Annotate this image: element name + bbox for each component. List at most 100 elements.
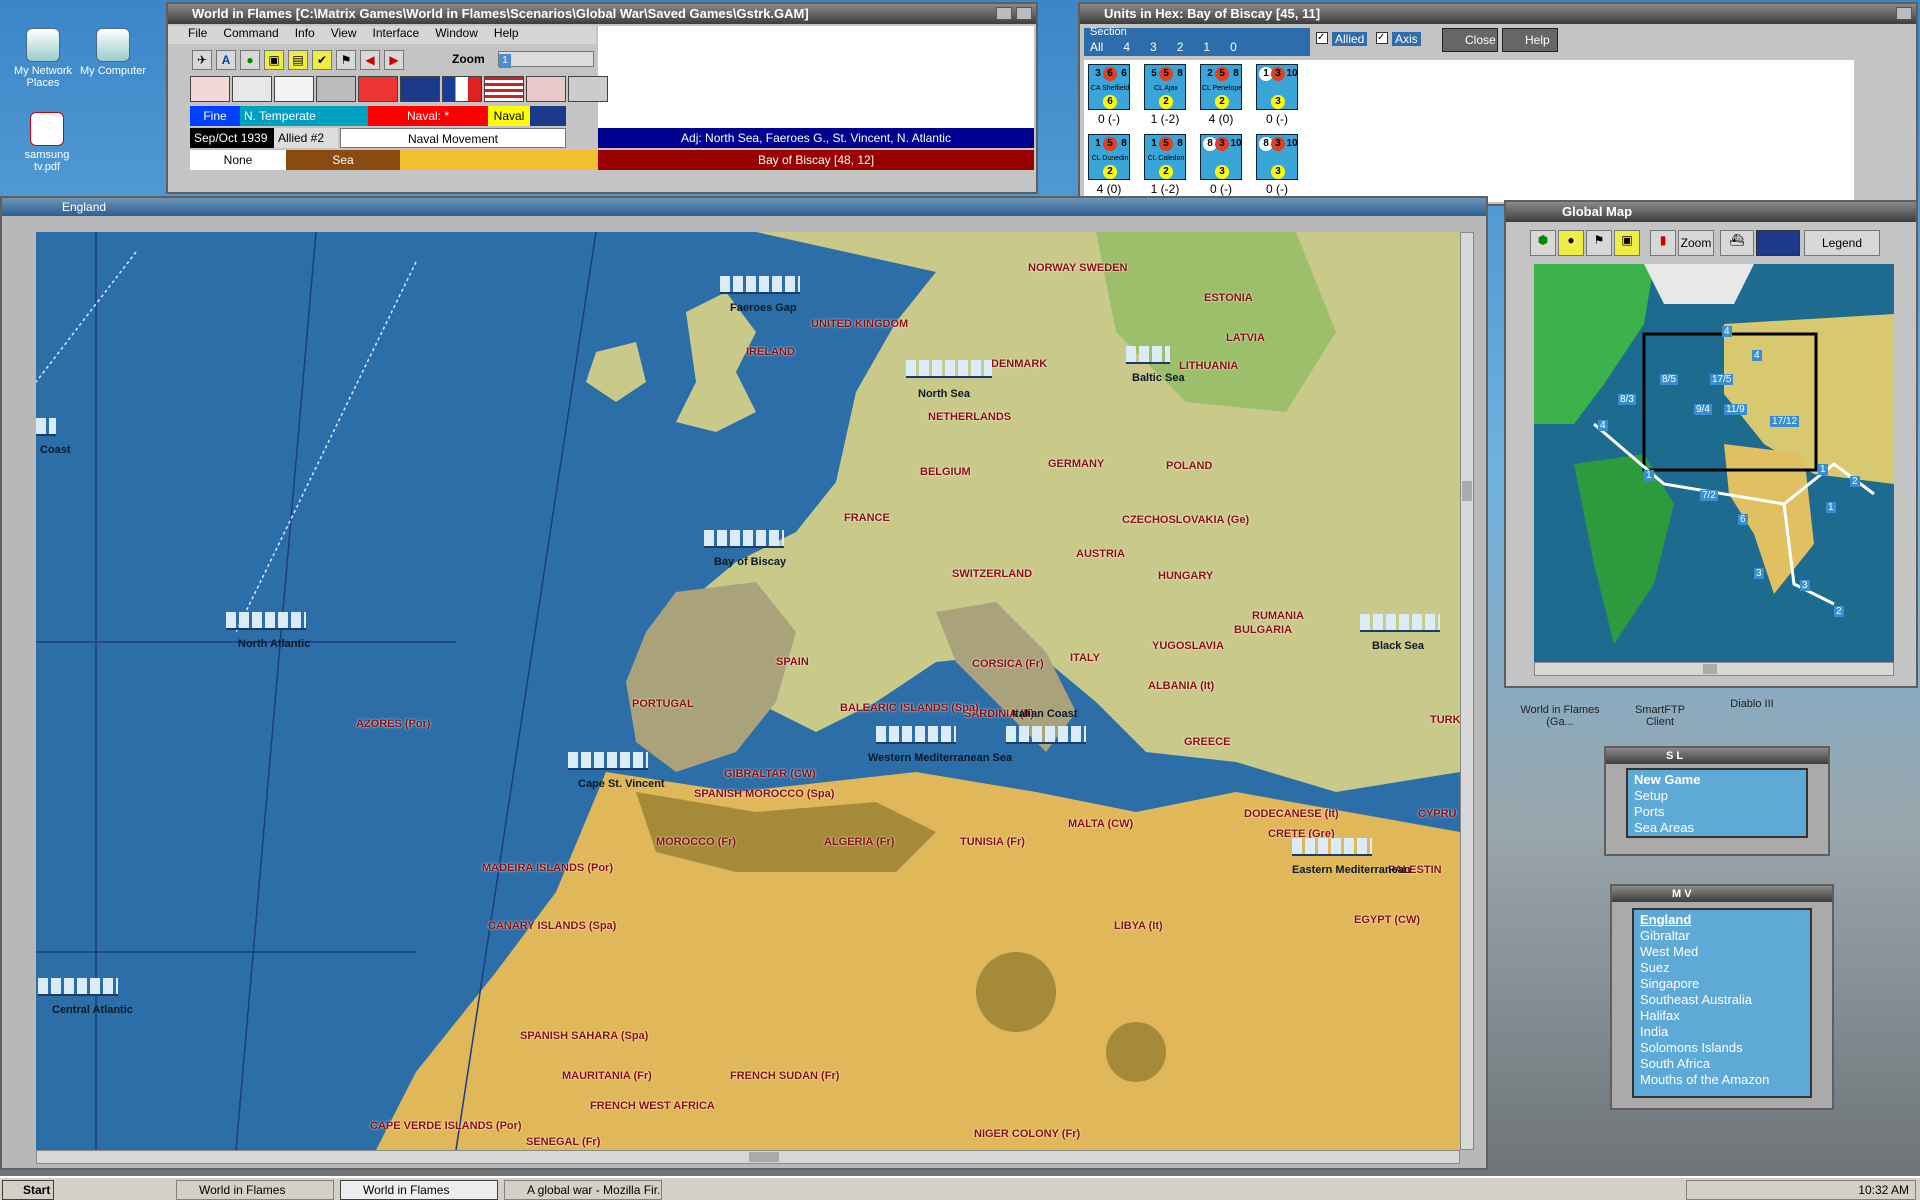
map-window-titlebar[interactable]: England xyxy=(2,198,1486,216)
mv-item-halifax[interactable]: Halifax xyxy=(1640,1008,1804,1024)
global-map-view[interactable]: 4 4 8/5 17/5 8/3 9/4 11/9 17/12 4 1 7/2 … xyxy=(1534,264,1894,662)
close-button[interactable] xyxy=(1016,7,1032,20)
scroll-thumb[interactable] xyxy=(1703,664,1717,674)
flag-china-icon[interactable] xyxy=(358,76,398,102)
fleet-stack[interactable] xyxy=(1006,726,1086,744)
unit-counter[interactable]: 1 5 8 CL Caledon 2 xyxy=(1144,134,1186,180)
menu-command[interactable]: Command xyxy=(223,26,278,44)
zoom-button[interactable]: Zoom xyxy=(1678,230,1714,256)
task-world-in-flames-2[interactable]: World in Flames xyxy=(340,1180,498,1200)
edit-icon[interactable]: ▤ xyxy=(288,50,308,70)
menu-interface[interactable]: Interface xyxy=(373,26,420,44)
menu-view[interactable]: View xyxy=(331,26,357,44)
mv-item-england[interactable]: England xyxy=(1640,912,1804,928)
sl-item-setup[interactable]: Setup xyxy=(1634,788,1800,804)
plane-icon[interactable]: ✈ xyxy=(192,50,212,70)
global-map-scrollbar[interactable] xyxy=(1534,662,1894,676)
arrow-left-icon[interactable]: ◀ xyxy=(360,50,380,70)
task-world-in-flames-1[interactable]: World in Flames xyxy=(176,1180,334,1200)
flag-icon[interactable]: ⚑ xyxy=(1586,230,1612,256)
desktop-icon-pdf[interactable]: samsung tv.pdf xyxy=(12,112,82,173)
zoom-slider[interactable]: 1 xyxy=(498,51,594,68)
section-option-all[interactable]: All xyxy=(1090,40,1103,54)
help-button[interactable]: Help xyxy=(1502,28,1558,52)
flag-other-icon[interactable] xyxy=(568,76,608,102)
menu-file[interactable]: File xyxy=(188,26,207,44)
sl-item-new-game[interactable]: New Game xyxy=(1634,772,1800,788)
save-icon[interactable]: ▣ xyxy=(1614,230,1640,256)
flag-france-icon[interactable] xyxy=(442,76,482,102)
sl-item-sea-areas[interactable]: Sea Areas xyxy=(1634,820,1800,836)
main-window-titlebar[interactable]: World in Flames [C:\Matrix Games\World i… xyxy=(168,4,1036,24)
mv-panel-titlebar[interactable]: M V xyxy=(1612,886,1832,902)
unit-icon[interactable]: ● xyxy=(240,50,260,70)
fleet-stack[interactable] xyxy=(1360,614,1440,632)
flag-poland-icon[interactable] xyxy=(190,76,230,102)
allied-checkbox[interactable]: ✓ xyxy=(1316,32,1328,44)
menu-info[interactable]: Info xyxy=(295,26,315,44)
minimize-button[interactable] xyxy=(996,7,1012,20)
task-firefox[interactable]: A global war - Mozilla Fir... xyxy=(504,1180,662,1200)
unit-counter[interactable]: 8 3 10 3 xyxy=(1256,134,1298,180)
unit-counter[interactable]: 1 3 10 3 xyxy=(1256,64,1298,110)
section-option-2[interactable]: 2 xyxy=(1177,40,1184,54)
text-a-icon[interactable]: A xyxy=(216,50,236,70)
check-icon[interactable]: ● xyxy=(1558,230,1584,256)
fleet-stack[interactable] xyxy=(876,726,956,744)
sl-item-ports[interactable]: Ports xyxy=(1634,804,1800,820)
fleet-stack[interactable] xyxy=(36,418,56,436)
desktop-icon-network[interactable]: My Network Places xyxy=(8,28,78,89)
section-option-4[interactable]: 4 xyxy=(1123,40,1130,54)
axis-checkbox[interactable]: ✓ xyxy=(1376,32,1388,44)
unit-counter[interactable]: 3 6 6 CA Sheffield 6 xyxy=(1088,64,1130,110)
mv-item-solomons[interactable]: Solomons Islands xyxy=(1640,1040,1804,1056)
scroll-thumb[interactable] xyxy=(1462,481,1472,501)
fleet-stack[interactable] xyxy=(1126,346,1170,364)
mv-item-gibraltar[interactable]: Gibraltar xyxy=(1640,928,1804,944)
game-map[interactable]: NORWAY SWEDEN UNITED KINGDOM IRELAND DEN… xyxy=(36,232,1460,1150)
section-option-1[interactable]: 1 xyxy=(1203,40,1210,54)
mv-item-india[interactable]: India xyxy=(1640,1024,1804,1040)
sl-panel-titlebar[interactable]: S L xyxy=(1606,748,1828,764)
menu-window[interactable]: Window xyxy=(435,26,478,44)
unit-counter[interactable]: 2 5 8 CL Penelope 2 xyxy=(1200,64,1242,110)
unit-counter[interactable]: 5 5 8 CL Ajax 2 xyxy=(1144,64,1186,110)
legend-button[interactable]: Legend xyxy=(1804,230,1880,256)
desktop-icon-wif[interactable]: World in Flames (Ga... xyxy=(1520,704,1600,728)
mv-item-south-africa[interactable]: South Africa xyxy=(1640,1056,1804,1072)
fleet-stack[interactable] xyxy=(906,360,992,378)
unit-icon[interactable]: ⬢ xyxy=(1530,230,1556,256)
unit-counter[interactable]: 1 5 8 CL Dunedin 2 xyxy=(1088,134,1130,180)
fleet-stack[interactable] xyxy=(1292,838,1372,856)
fleet-stack[interactable] xyxy=(568,752,648,770)
section-option-0[interactable]: 0 xyxy=(1230,40,1237,54)
desktop-icon-computer[interactable]: My Computer xyxy=(78,28,148,77)
flag-neutral-icon[interactable] xyxy=(316,76,356,102)
mv-item-singapore[interactable]: Singapore xyxy=(1640,976,1804,992)
unit-counter[interactable]: 8 3 10 3 xyxy=(1200,134,1242,180)
fleet-stack[interactable] xyxy=(38,978,118,996)
thermometer-icon[interactable]: ▮ xyxy=(1650,230,1676,256)
check-icon[interactable]: ✔ xyxy=(312,50,332,70)
ship-icon[interactable]: ⛴ xyxy=(1720,230,1754,256)
flag-italy-icon[interactable] xyxy=(526,76,566,102)
start-button[interactable]: Start xyxy=(2,1180,54,1200)
save-icon[interactable]: ▣ xyxy=(264,50,284,70)
map-horizontal-scrollbar[interactable] xyxy=(36,1150,1460,1164)
close-window-button[interactable] xyxy=(1896,7,1912,20)
flag-uk-icon[interactable] xyxy=(1756,230,1800,256)
units-window-titlebar[interactable]: Units in Hex: Bay of Biscay [45, 11] xyxy=(1080,4,1916,24)
fleet-stack[interactable] xyxy=(720,276,800,294)
scroll-thumb[interactable] xyxy=(749,1152,779,1162)
flag-japan-icon[interactable] xyxy=(274,76,314,102)
flag-uk-icon[interactable] xyxy=(400,76,440,102)
flag-finland-icon[interactable] xyxy=(232,76,272,102)
map-vertical-scrollbar[interactable] xyxy=(1460,232,1474,1150)
fleet-stack[interactable] xyxy=(226,612,306,630)
mv-item-west-med[interactable]: West Med xyxy=(1640,944,1804,960)
mv-item-southeast-australia[interactable]: Southeast Australia xyxy=(1640,992,1804,1008)
close-button[interactable]: Close xyxy=(1442,28,1498,52)
mv-item-amazon[interactable]: Mouths of the Amazon xyxy=(1640,1072,1804,1088)
fleet-stack[interactable] xyxy=(704,530,784,548)
mv-item-suez[interactable]: Suez xyxy=(1640,960,1804,976)
